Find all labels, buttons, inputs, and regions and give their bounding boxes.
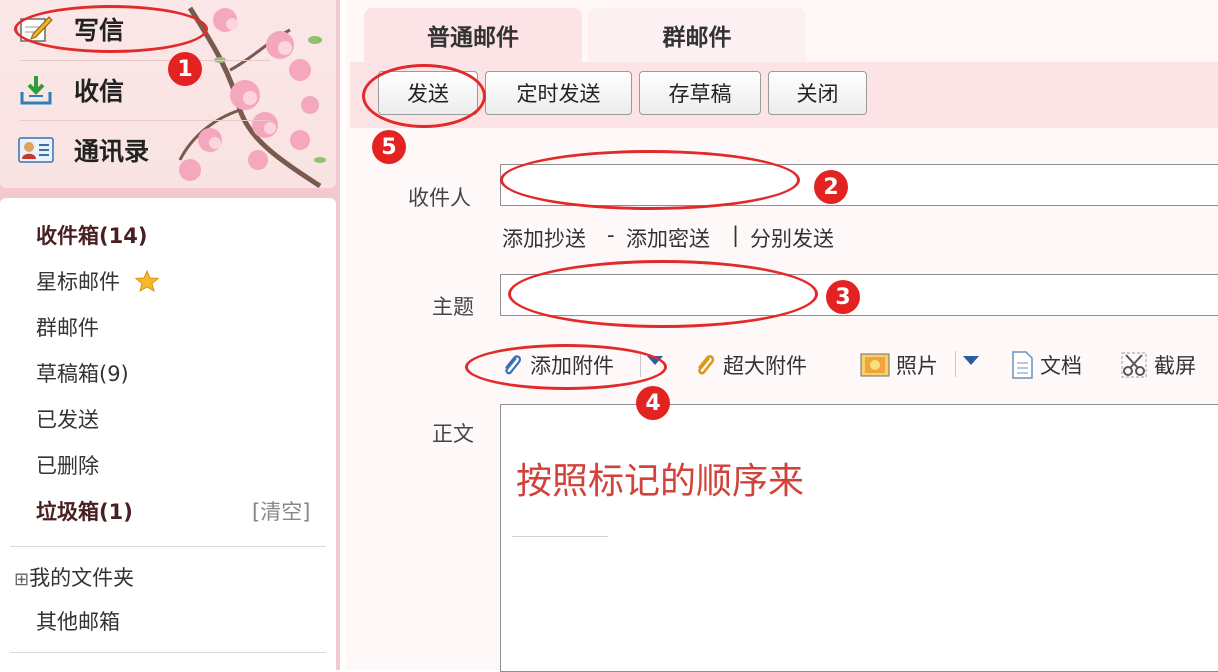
screenshot-button[interactable]: 截屏 bbox=[1120, 348, 1196, 382]
annotation-ellipse-recipient bbox=[500, 150, 800, 210]
separator: | bbox=[732, 223, 740, 247]
folder-deleted[interactable]: 已删除 bbox=[36, 450, 99, 480]
annotation-ellipse-compose bbox=[14, 5, 208, 53]
expand-icon[interactable]: ⊞ bbox=[14, 569, 29, 590]
star-icon bbox=[134, 269, 159, 297]
photo-label: 照片 bbox=[896, 354, 938, 378]
tab-group-mail[interactable]: 群邮件 bbox=[588, 8, 806, 62]
scheduled-send-button[interactable]: 定时发送 bbox=[485, 71, 632, 115]
large-attachment-label: 超大附件 bbox=[723, 354, 807, 378]
close-button[interactable]: 关闭 bbox=[768, 71, 867, 115]
folder-inbox[interactable]: 收件箱(14) bbox=[36, 220, 147, 250]
folder-sent[interactable]: 已发送 bbox=[36, 404, 99, 434]
annotation-ellipse-send bbox=[362, 64, 486, 128]
folder-drafts[interactable]: 草稿箱(9) bbox=[36, 358, 129, 388]
divider bbox=[512, 536, 608, 537]
add-cc-link[interactable]: 添加抄送 bbox=[502, 223, 586, 253]
divider bbox=[955, 351, 956, 377]
other-mailboxes[interactable]: 其他邮箱 bbox=[36, 606, 120, 636]
document-icon bbox=[1012, 351, 1033, 379]
folder-starred[interactable]: 星标邮件 bbox=[36, 266, 159, 297]
annotation-number: 4 bbox=[636, 386, 670, 420]
chevron-down-icon[interactable] bbox=[963, 356, 979, 365]
photo-button[interactable]: 照片 bbox=[860, 348, 938, 382]
large-attachment-button[interactable]: 超大附件 bbox=[693, 348, 807, 382]
inbox-download-icon bbox=[18, 72, 54, 108]
scissors-icon bbox=[1121, 352, 1147, 378]
receive-mail-label: 收信 bbox=[74, 77, 125, 106]
annotation-ellipse-attachment bbox=[465, 344, 667, 390]
recipient-label: 收件人 bbox=[408, 186, 471, 210]
folder-list: 收件箱(14) 星标邮件 群邮件 草稿箱(9) 已发送 已删除 垃圾箱(1) [… bbox=[0, 198, 336, 670]
folder-group-mail[interactable]: 群邮件 bbox=[36, 312, 99, 342]
folder-spam[interactable]: 垃圾箱(1) bbox=[36, 496, 133, 526]
body-editor[interactable] bbox=[500, 404, 1218, 672]
left-sidebar: 写信 收信 通讯录 收件箱(14) 星标邮件 群邮件 草稿箱(9) 已发送 已删… bbox=[0, 0, 340, 670]
divider bbox=[10, 652, 326, 653]
annotation-number: 3 bbox=[826, 280, 860, 314]
my-folders-label: 我的文件夹 bbox=[29, 566, 135, 590]
my-folders[interactable]: ⊞我的文件夹 bbox=[14, 562, 134, 592]
divider bbox=[10, 546, 326, 547]
document-label: 文档 bbox=[1040, 354, 1082, 378]
body-text: 按照标记的顺序来 bbox=[516, 461, 805, 502]
annotation-ellipse-subject bbox=[508, 260, 818, 328]
subject-label: 主题 bbox=[432, 295, 474, 319]
photo-icon bbox=[860, 353, 890, 377]
save-draft-button[interactable]: 存草稿 bbox=[639, 71, 761, 115]
annotation-number: 5 bbox=[372, 130, 406, 164]
folder-starred-label: 星标邮件 bbox=[36, 270, 120, 294]
tab-normal-mail[interactable]: 普通邮件 bbox=[364, 8, 582, 62]
contacts-label: 通讯录 bbox=[74, 137, 150, 166]
body-label: 正文 bbox=[432, 422, 474, 446]
divider bbox=[20, 120, 270, 121]
annotation-number: 1 bbox=[168, 52, 202, 86]
annotation-number: 2 bbox=[814, 170, 848, 204]
contact-card-icon bbox=[18, 132, 54, 168]
add-bcc-link[interactable]: 添加密送 bbox=[626, 223, 710, 253]
divider bbox=[20, 60, 270, 61]
paperclip-icon bbox=[697, 355, 715, 375]
contacts-button[interactable]: 通讯录 bbox=[18, 125, 218, 175]
separate-send-link[interactable]: 分别发送 bbox=[750, 223, 834, 253]
document-button[interactable]: 文档 bbox=[1010, 348, 1082, 382]
clear-spam-link[interactable]: [清空] bbox=[252, 496, 310, 526]
separator: - bbox=[607, 223, 615, 247]
screenshot-label: 截屏 bbox=[1154, 354, 1196, 378]
